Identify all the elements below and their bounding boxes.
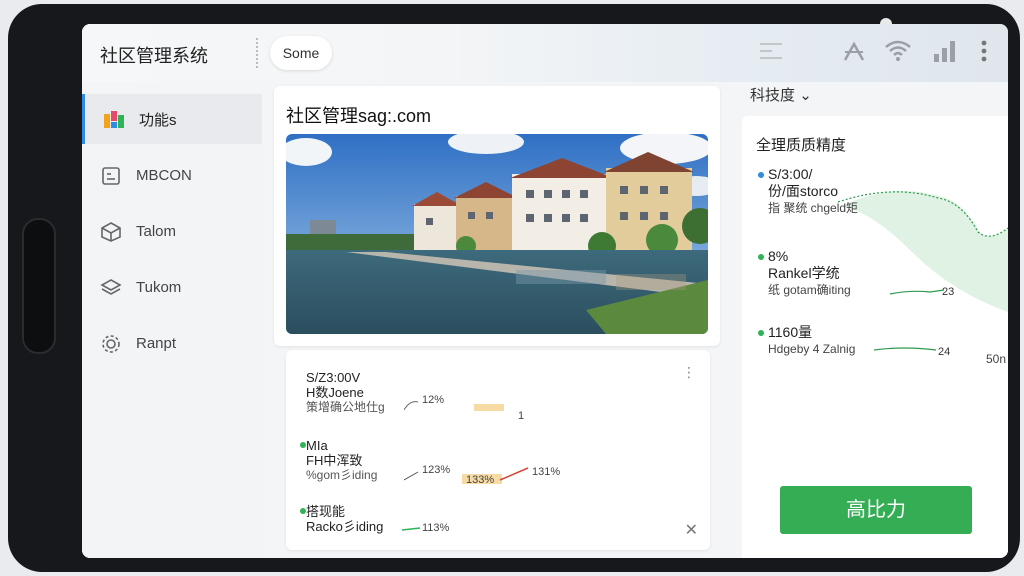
device-frame: 社区管理系统 Some 功能s MBCON Talom Tukom Ranpt … bbox=[8, 4, 1020, 572]
status-dot bbox=[758, 172, 764, 178]
sidebar: 功能s MBCON Talom Tukom Ranpt bbox=[82, 92, 262, 558]
sidebar-item-ranpt[interactable]: Ranpt bbox=[82, 318, 262, 368]
stat-row-1: S/Z3:00V H数Joene 策增确公地仕g 12% 1 bbox=[306, 370, 524, 422]
status-dot bbox=[300, 442, 306, 448]
right-panel: 全理质质精度 S/3:00/ 份/面storco 指 聚统 chgeld矩 8%… bbox=[742, 116, 1008, 558]
more-vertical-icon[interactable] bbox=[978, 38, 990, 64]
stat-title: 搭现能 bbox=[306, 504, 346, 519]
right-panel-header-label: 科技度 bbox=[750, 87, 796, 104]
right-stat-2: 8% Rankel学统 纸 gotam确iting 23 bbox=[758, 248, 954, 299]
stat-name: FH中浑致 bbox=[306, 453, 363, 468]
right-stat-number: 23 bbox=[942, 286, 955, 298]
right-stat-1: S/3:00/ 份/面storco 指 聚统 chgeld矩 bbox=[758, 166, 859, 217]
card-menu-icon[interactable]: ⋮ bbox=[682, 364, 696, 381]
title-divider bbox=[256, 38, 258, 68]
layers-icon bbox=[100, 279, 122, 295]
sidebar-item-mbcon[interactable]: MBCON bbox=[82, 150, 262, 200]
right-stat-value: 1160量 bbox=[768, 324, 813, 340]
right-stat-number: 24 bbox=[938, 346, 951, 358]
stats-card: ⋮ S/Z3:00V H数Joene 策增确公地仕g 12% 1 MIa FH中… bbox=[286, 350, 710, 550]
right-stat-detail: 指 聚统 chgeld矩 bbox=[768, 201, 859, 215]
sparkline bbox=[874, 347, 937, 351]
status-dot bbox=[300, 508, 306, 514]
community-photo bbox=[286, 134, 708, 334]
bars-icon[interactable] bbox=[932, 38, 958, 64]
right-stat-3: 1160量 Hdgeby 4 Zalnig 24 bbox=[758, 324, 950, 358]
right-stat-name: Rankel学统 bbox=[768, 265, 840, 281]
right-stat-value: S/3:00/ bbox=[768, 166, 813, 182]
sidebar-item-functions[interactable]: 功能s bbox=[82, 94, 262, 144]
list-icon[interactable] bbox=[758, 38, 784, 64]
right-stat-detail: 纸 gotam确iting bbox=[768, 283, 851, 297]
right-stat-detail: Hdgeby 4 Zalnig bbox=[768, 342, 856, 356]
sidebar-item-label: MBCON bbox=[136, 166, 192, 184]
signal-icon[interactable] bbox=[842, 40, 866, 64]
sidebar-item-label: Talom bbox=[136, 222, 177, 240]
sidebar-item-label: 功能s bbox=[139, 111, 177, 129]
status-dot bbox=[758, 254, 764, 260]
device-side-button bbox=[22, 218, 56, 354]
clipboard-icon bbox=[102, 167, 120, 185]
stat-title: MIa bbox=[306, 438, 328, 453]
stat-value: 1 bbox=[518, 410, 525, 422]
sidebar-item-label: Tukom bbox=[136, 278, 182, 296]
stat-detail: %gom彡iding bbox=[306, 468, 378, 482]
stat-value: 113% bbox=[422, 522, 450, 534]
app-logo-icon bbox=[104, 111, 124, 128]
sidebar-item-tukom[interactable]: Tukom bbox=[82, 262, 262, 312]
stat-name: Racko彡iding bbox=[306, 519, 384, 534]
sparkline bbox=[890, 289, 945, 295]
sidebar-item-label: Ranpt bbox=[136, 334, 177, 352]
close-icon[interactable]: ✕ bbox=[685, 520, 698, 540]
primary-action-button[interactable]: 高比力 bbox=[780, 486, 972, 534]
top-bar: 社区管理系统 Some bbox=[82, 24, 1008, 82]
right-panel-header[interactable]: 科技度 ⌄ bbox=[750, 84, 812, 105]
sidebar-item-talom[interactable]: Talom bbox=[82, 206, 262, 256]
stat-detail: 策增确公地仕g bbox=[306, 400, 385, 414]
side-value: 50n bbox=[985, 352, 1006, 366]
gear-icon bbox=[102, 335, 120, 353]
chevron-down-icon: ⌄ bbox=[799, 87, 812, 104]
tab-some[interactable]: Some bbox=[270, 36, 332, 70]
status-dot bbox=[758, 330, 764, 336]
stat-row-3: 搭现能 Racko彡iding 113% bbox=[300, 504, 449, 534]
stat-value: 133% bbox=[466, 474, 495, 486]
app-title: 社区管理系统 bbox=[100, 46, 208, 66]
stat-title: S/Z3:00V bbox=[306, 370, 361, 385]
right-stat-value: 8% bbox=[768, 248, 789, 264]
stat-name: H数Joene bbox=[306, 385, 364, 400]
right-panel-title: 全理质质精度 bbox=[756, 137, 847, 154]
cube-icon bbox=[101, 222, 121, 242]
featured-card: 社区管理sag:.com bbox=[274, 86, 720, 346]
app-screen: 社区管理系统 Some 功能s MBCON Talom Tukom Ranpt … bbox=[82, 24, 1008, 558]
stat-value: 131% bbox=[532, 466, 561, 478]
sparkline bbox=[404, 401, 504, 411]
right-stat-name: 份/面storco bbox=[768, 183, 839, 199]
wifi-icon[interactable] bbox=[884, 38, 912, 62]
stat-row-2: MIa FH中浑致 %gom彡iding 123% 133% 131% bbox=[300, 438, 560, 486]
card-title: 社区管理sag:.com bbox=[286, 106, 432, 126]
